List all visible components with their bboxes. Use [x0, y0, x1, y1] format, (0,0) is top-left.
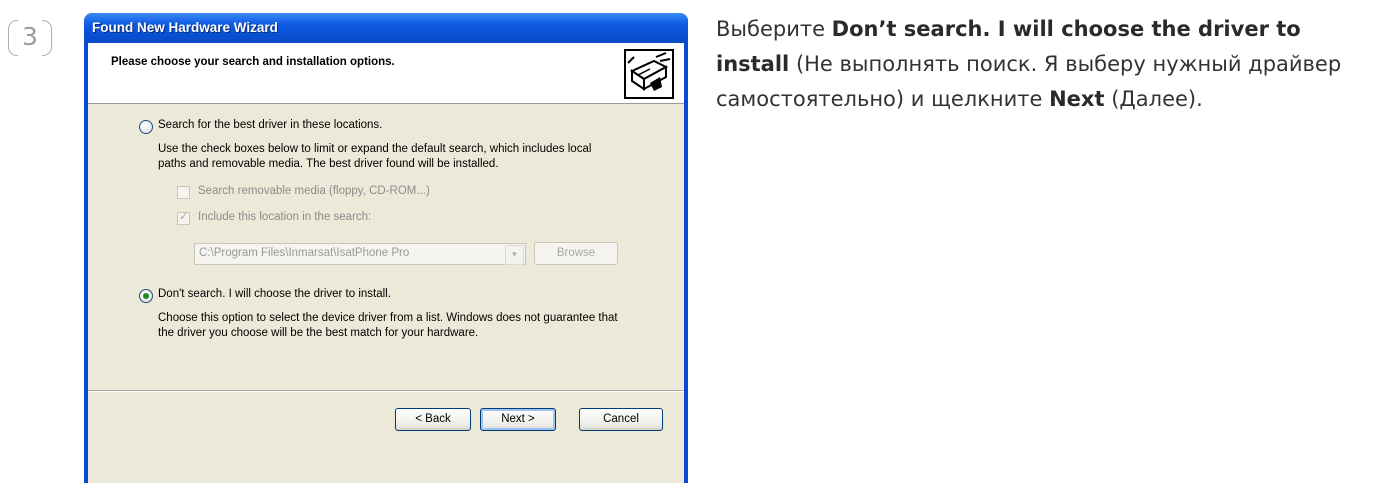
instruction-text: Выберите Don’t search. I will choose the… [716, 12, 1376, 117]
step-marker: 3 [8, 20, 58, 56]
search-description-line1: Use the check boxes below to limit or ex… [158, 143, 592, 155]
cancel-button[interactable]: Cancel [579, 408, 663, 431]
instruction-part2: (Не выполнять поиск. Я выберу нужный дра… [716, 52, 1342, 111]
chevron-down-icon[interactable]: ▼ [505, 245, 524, 265]
dont-search-description-line2: the driver you choose will be the best m… [158, 327, 479, 339]
step-bracket-right [42, 20, 52, 56]
search-best-driver-label[interactable]: Search for the best driver in these loca… [158, 119, 382, 131]
header-title: Please choose your search and installati… [111, 56, 395, 68]
removable-media-label: Search removable media (floppy, CD-ROM..… [198, 185, 430, 197]
location-combobox[interactable]: C:\Program Files\Inmarsat\IsatPhone Pro … [194, 243, 526, 265]
hardware-install-icon [624, 49, 674, 99]
back-button[interactable]: < Back [395, 408, 471, 431]
dont-search-description-line1: Choose this option to select the device … [158, 312, 618, 324]
wizard-window: Found New Hardware Wizard Please choose … [84, 13, 688, 483]
include-location-label: Include this location in the search: [198, 211, 372, 223]
dialog-header: Please choose your search and installati… [88, 43, 684, 104]
search-description-line2: paths and removable media. The best driv… [158, 158, 499, 170]
radio-selected-dot [143, 293, 149, 299]
next-button[interactable]: Next > [480, 408, 556, 431]
footer-divider [88, 390, 684, 392]
dont-search-radio[interactable] [139, 289, 153, 303]
instruction-part3: (Далее). [1104, 87, 1203, 111]
removable-media-checkbox[interactable] [177, 186, 190, 199]
search-best-driver-radio[interactable] [139, 120, 153, 134]
instruction-part1: Выберите [716, 17, 832, 41]
window-title[interactable]: Found New Hardware Wizard [84, 13, 688, 43]
dont-search-label[interactable]: Don't search. I will choose the driver t… [158, 288, 391, 300]
checkmark-icon: ✓ [179, 211, 189, 223]
dialog-body: Search for the best driver in these loca… [88, 104, 684, 474]
instruction-bold-next: Next [1049, 87, 1105, 111]
dialog-client-area: Please choose your search and installati… [88, 43, 684, 483]
location-value: C:\Program Files\Inmarsat\IsatPhone Pro [199, 247, 410, 259]
include-location-checkbox[interactable]: ✓ [177, 211, 190, 225]
browse-button[interactable]: Browse [534, 242, 618, 265]
